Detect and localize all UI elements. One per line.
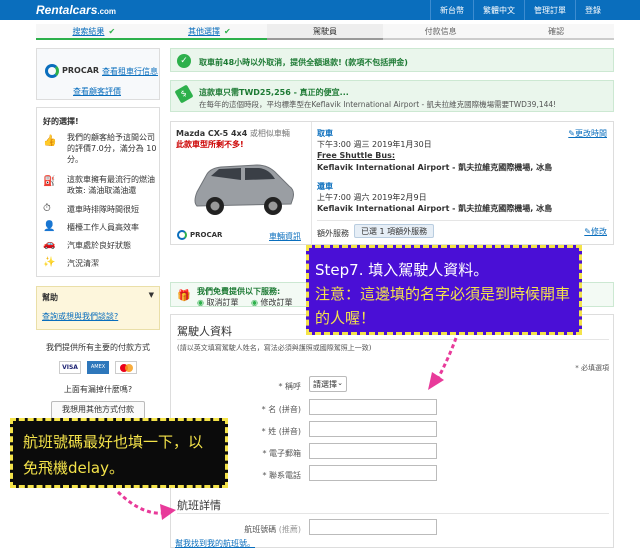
arrow-to-form bbox=[434, 337, 458, 383]
annotation-arrows bbox=[116, 337, 458, 520]
arrow-to-flight bbox=[116, 490, 169, 515]
arrowhead bbox=[160, 504, 176, 520]
arrowhead bbox=[428, 372, 444, 390]
